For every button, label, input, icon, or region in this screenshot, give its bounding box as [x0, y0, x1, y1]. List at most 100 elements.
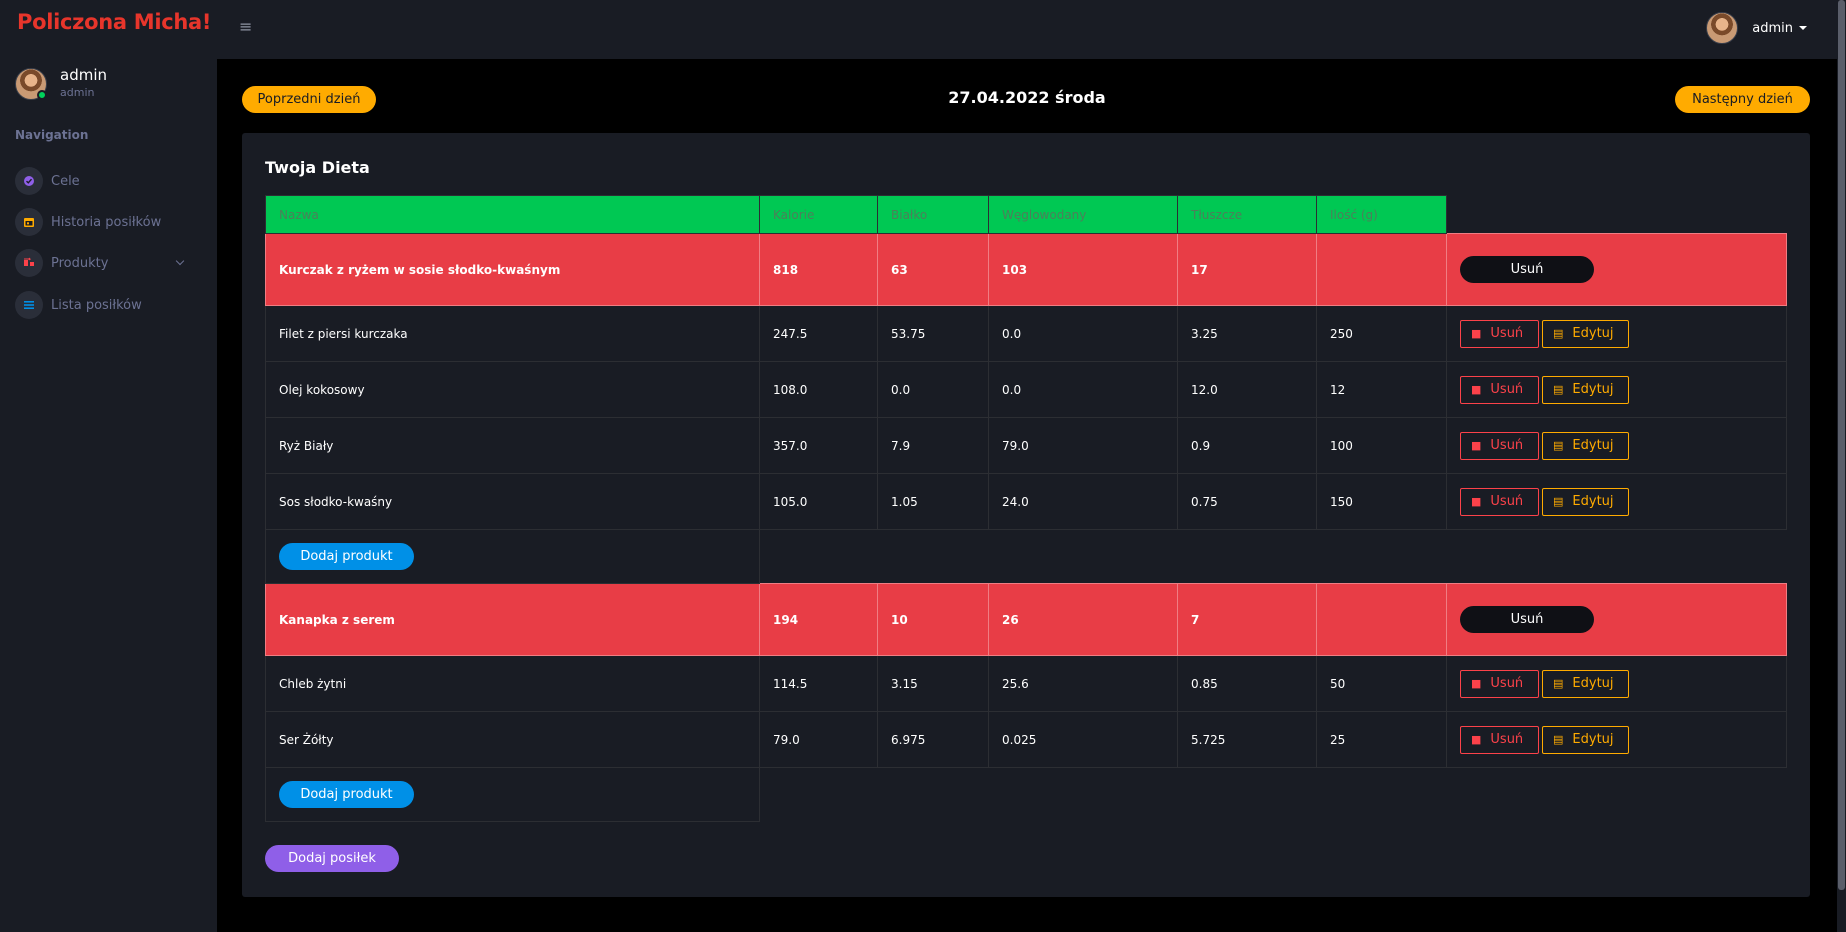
button-label: Usuń [1490, 438, 1524, 453]
menu-icon[interactable]: ≡ [239, 17, 252, 36]
add-meal-button[interactable]: Dodaj posiłek [265, 845, 399, 872]
column-header: Białko [877, 195, 989, 234]
trash-icon: ■ [1471, 439, 1482, 452]
button-label: Edytuj [1572, 326, 1614, 341]
add-product-cell: Dodaj produkt [265, 767, 760, 822]
product-fat: 5.725 [1177, 711, 1317, 768]
product-actions: ■ Usuń ▤ Edytuj [1446, 361, 1787, 418]
delete-product-button[interactable]: ■ Usuń [1460, 487, 1539, 516]
product-protein: 1.05 [877, 473, 989, 530]
sidebar-item-cele[interactable]: Cele [15, 167, 195, 195]
delete-meal-button[interactable]: Usuń [1460, 606, 1594, 633]
topbar: ≡ admin [217, 0, 1837, 59]
sidebar-profile: admin admin [15, 66, 205, 106]
table-row: Ser Żółty 79.0 6.975 0.025 5.725 25 ■ Usu… [265, 711, 1787, 768]
sidebar-item-lista[interactable]: Lista posiłków [15, 291, 195, 319]
nav-heading: Navigation [15, 128, 89, 142]
product-name: Olej kokosowy [265, 361, 760, 418]
product-name: Ryż Biały [265, 417, 760, 474]
product-kcal: 108.0 [759, 361, 878, 418]
product-actions: ■ Usuń ▤ Edytuj [1446, 711, 1787, 768]
scrollbar-thumb[interactable] [1838, 0, 1845, 890]
meal-protein: 63 [877, 233, 989, 306]
edit-icon: ▤ [1553, 495, 1564, 508]
column-header: Kalorie [759, 195, 878, 234]
sidebar: Policzona Micha! admin admin Navigation … [0, 0, 217, 932]
online-status-dot [37, 90, 47, 100]
product-actions: ■ Usuń ▤ Edytuj [1446, 305, 1787, 362]
page-scrollbar[interactable] [1837, 0, 1846, 932]
edit-product-button[interactable]: ▤ Edytuj [1542, 375, 1629, 404]
edit-icon: ▤ [1553, 677, 1564, 690]
product-kcal: 114.5 [759, 655, 878, 712]
delete-product-button[interactable]: ■ Usuń [1460, 725, 1539, 754]
product-kcal: 247.5 [759, 305, 878, 362]
meal-kcal: 818 [759, 233, 878, 306]
add-product-button[interactable]: Dodaj produkt [279, 781, 414, 808]
column-header-actions [1447, 196, 1787, 234]
product-fat: 0.85 [1177, 655, 1317, 712]
column-header: Ilość (g) [1316, 195, 1447, 234]
delete-product-button[interactable]: ■ Usuń [1460, 431, 1539, 460]
column-header: Węglowodany [988, 195, 1178, 234]
edit-icon: ▤ [1553, 327, 1564, 340]
button-label: Edytuj [1572, 494, 1614, 509]
current-date: 27.04.2022 środa [948, 88, 1106, 107]
chevron-down-icon [175, 256, 185, 266]
edit-product-button[interactable]: ▤ Edytuj [1542, 319, 1629, 348]
meal-qty [1316, 583, 1447, 656]
product-fat: 0.75 [1177, 473, 1317, 530]
meal-row: Kanapka z serem 194 10 26 7 Usuń [265, 583, 1787, 656]
product-carbs: 24.0 [988, 473, 1178, 530]
button-label: Usuń [1490, 326, 1524, 341]
product-qty: 250 [1316, 305, 1447, 362]
button-label: Edytuj [1572, 382, 1614, 397]
brand-logo[interactable]: Policzona Micha! [17, 10, 211, 34]
product-actions: ■ Usuń ▤ Edytuj [1446, 417, 1787, 474]
sidebar-item-label: Produkty [51, 255, 109, 271]
button-label: Usuń [1490, 676, 1524, 691]
delete-product-button[interactable]: ■ Usuń [1460, 375, 1539, 404]
column-header: Tłuszcze [1177, 195, 1317, 234]
add-product-row: Dodaj produkt [265, 767, 1787, 822]
meal-qty [1316, 233, 1447, 306]
trash-icon: ■ [1471, 383, 1482, 396]
user-menu[interactable]: admin [1706, 12, 1807, 44]
button-label: Edytuj [1572, 732, 1614, 747]
meal-row: Kurczak z ryżem w sosie słodko-kwaśnym 8… [265, 233, 1787, 306]
delete-product-button[interactable]: ■ Usuń [1460, 319, 1539, 348]
delete-meal-button[interactable]: Usuń [1460, 256, 1594, 283]
sidebar-item-produkty[interactable]: Produkty [15, 249, 195, 277]
meal-actions: Usuń [1446, 233, 1787, 306]
button-label: Usuń [1490, 494, 1524, 509]
product-protein: 0.0 [877, 361, 989, 418]
edit-icon: ▤ [1553, 733, 1564, 746]
edit-product-button[interactable]: ▤ Edytuj [1542, 487, 1629, 516]
edit-product-button[interactable]: ▤ Edytuj [1542, 725, 1629, 754]
sidebar-item-label: Cele [51, 173, 80, 189]
edit-icon: ▤ [1553, 439, 1564, 452]
sidebar-item-historia[interactable]: Historia posiłków [15, 208, 195, 236]
product-kcal: 105.0 [759, 473, 878, 530]
profile-name: admin [60, 66, 107, 84]
product-carbs: 0.0 [988, 361, 1178, 418]
product-fat: 12.0 [1177, 361, 1317, 418]
delete-product-button[interactable]: ■ Usuń [1460, 669, 1539, 698]
add-product-button[interactable]: Dodaj produkt [279, 543, 414, 570]
diet-card: Twoja Dieta Nazwa Kalorie Białko Węglowo… [242, 133, 1810, 897]
product-name: Sos słodko-kwaśny [265, 473, 760, 530]
add-product-cell: Dodaj produkt [265, 529, 760, 584]
table-row: Chleb żytni 114.5 3.15 25.6 0.85 50 ■ Usu… [265, 655, 1787, 712]
table-row: Olej kokosowy 108.0 0.0 0.0 12.0 12 ■ Usu… [265, 361, 1787, 418]
button-label: Usuń [1490, 732, 1524, 747]
edit-product-button[interactable]: ▤ Edytuj [1542, 431, 1629, 460]
products-icon [15, 249, 43, 277]
product-qty: 150 [1316, 473, 1447, 530]
button-label: Edytuj [1572, 676, 1614, 691]
next-day-button[interactable]: Następny dzień [1675, 86, 1810, 113]
product-kcal: 79.0 [759, 711, 878, 768]
edit-product-button[interactable]: ▤ Edytuj [1542, 669, 1629, 698]
product-qty: 12 [1316, 361, 1447, 418]
caret-down-icon [1799, 26, 1807, 30]
edit-icon: ▤ [1553, 383, 1564, 396]
